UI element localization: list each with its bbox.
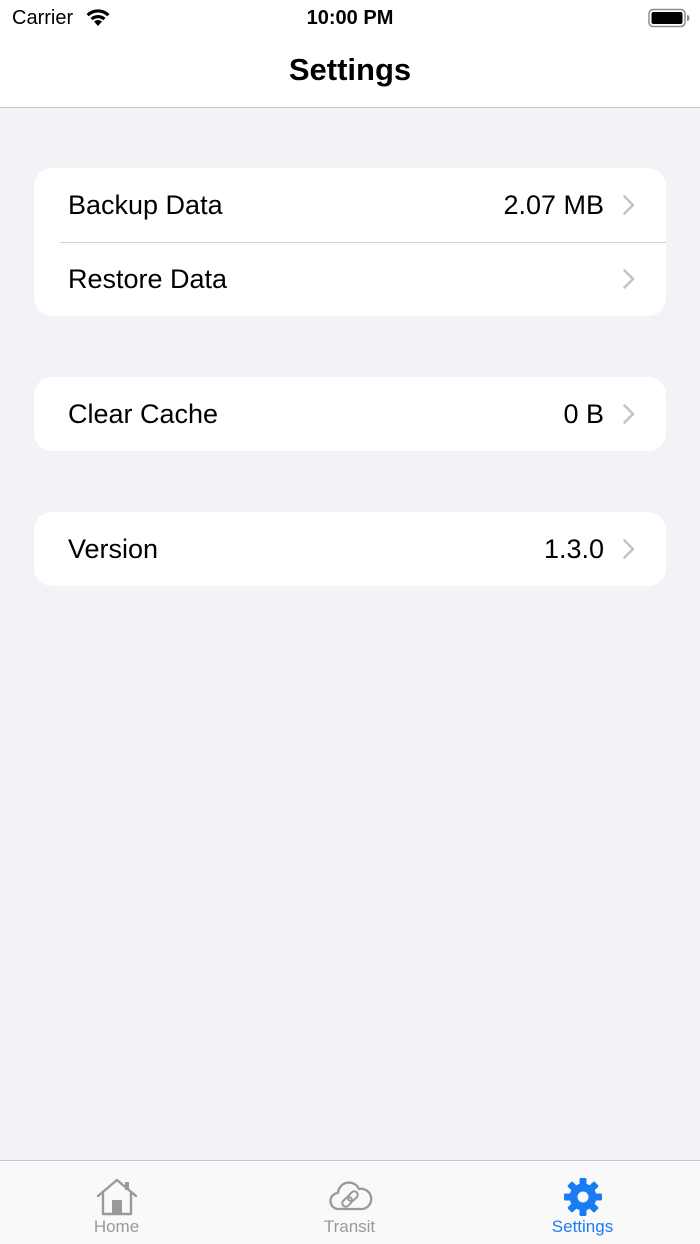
backup-data-row[interactable]: Backup Data 2.07 MB [34,168,666,242]
settings-screen: Carrier 10:00 PM Settings Backup Data 2.… [0,0,700,1244]
house-icon [96,1178,137,1216]
tab-transit[interactable]: Transit [233,1161,466,1244]
chevron-right-icon [623,404,635,424]
tab-label: Transit [323,1217,376,1236]
row-label: Restore Data [68,263,228,294]
version-value: 1.3.0 [543,533,604,564]
gear-icon [563,1178,602,1216]
row-label: Clear Cache [68,398,219,429]
version-group: Version 1.3.0 [34,512,666,586]
data-group: Backup Data 2.07 MB Restore Data [34,168,666,316]
tab-home[interactable]: Home [0,1161,233,1244]
restore-data-row[interactable]: Restore Data [34,242,666,316]
status-bar: Carrier 10:00 PM [0,0,700,36]
chevron-right-icon [623,269,635,289]
row-label: Version [68,533,159,564]
battery-icon [648,8,690,28]
tab-bar: Home Transit Settings [0,1160,700,1244]
row-label: Backup Data [68,189,223,220]
version-row[interactable]: Version 1.3.0 [34,512,666,586]
clear-cache-row[interactable]: Clear Cache 0 B [34,377,666,451]
top-bar: Carrier 10:00 PM Settings [0,0,700,108]
chevron-right-icon [623,539,635,559]
chevron-right-icon [623,195,635,215]
tab-label: Settings [551,1217,614,1236]
backup-size-value: 2.07 MB [503,189,604,220]
tab-settings[interactable]: Settings [466,1161,699,1244]
status-time: 10:00 PM [306,7,394,29]
cache-group: Clear Cache 0 B [34,377,666,451]
cloud-link-icon [328,1181,372,1211]
tab-label: Home [93,1217,140,1236]
page-title: Settings [288,52,412,87]
cache-size-value: 0 B [563,398,604,429]
